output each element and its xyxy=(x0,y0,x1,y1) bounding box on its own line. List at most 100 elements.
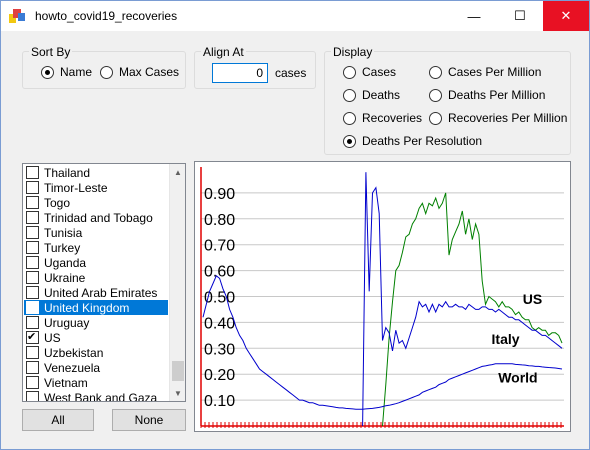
main-window: howto_covid19_recoveries — ☐ ✕ Sort By N… xyxy=(0,0,590,450)
display-recoveries-label: Recoveries xyxy=(362,111,423,125)
country-list-item[interactable]: Trinidad and Tobago xyxy=(24,210,168,225)
y-tick-label: 0.80 xyxy=(204,212,235,229)
y-tick-label: 0.90 xyxy=(204,186,235,203)
app-icon xyxy=(9,9,25,23)
display-recoveries-per-million-radio-dot[interactable] xyxy=(429,111,442,125)
display-recoveries-per-million-label: Recoveries Per Million xyxy=(448,111,568,125)
country-checkbox[interactable] xyxy=(26,211,39,224)
display-cases-radio[interactable]: Cases xyxy=(343,65,396,79)
display-recoveries-radio[interactable]: Recoveries xyxy=(343,111,422,125)
country-name: Ukraine xyxy=(44,270,86,285)
display-recoveries-radio-dot[interactable] xyxy=(343,111,356,125)
display-cases-per-million-radio[interactable]: Cases Per Million xyxy=(429,65,541,79)
country-name: Uruguay xyxy=(44,315,90,330)
country-checkbox[interactable] xyxy=(26,361,39,374)
country-checkbox[interactable] xyxy=(26,181,39,194)
display-deaths-per-million-radio-dot[interactable] xyxy=(429,88,442,102)
country-checkbox[interactable] xyxy=(26,256,39,269)
line-chart: 0.900.800.700.600.500.400.300.200.10USIt… xyxy=(200,167,564,428)
scroll-up-arrow-icon[interactable]: ▲ xyxy=(170,164,185,180)
country-checkbox[interactable] xyxy=(26,316,39,329)
list-scrollbar[interactable]: ▲ ▼ xyxy=(169,164,185,401)
country-list-item[interactable]: United Arab Emirates xyxy=(24,285,168,300)
sort-name-radio[interactable]: Name xyxy=(41,65,92,79)
country-checkbox[interactable] xyxy=(26,226,39,239)
display-deaths-per-million-radio[interactable]: Deaths Per Million xyxy=(429,88,545,102)
country-list-item[interactable]: Tunisia xyxy=(24,225,168,240)
country-checkbox[interactable] xyxy=(26,271,39,284)
country-list-item[interactable]: Uganda xyxy=(24,255,168,270)
display-deaths-per-million-label: Deaths Per Million xyxy=(448,88,546,102)
minimize-button[interactable]: — xyxy=(451,1,497,31)
country-list-item[interactable]: Venezuela xyxy=(24,360,168,375)
display-cases-per-million-label: Cases Per Million xyxy=(448,65,542,79)
country-list-item[interactable]: United Kingdom xyxy=(24,300,168,315)
country-name: Uganda xyxy=(44,255,87,270)
country-name: Vietnam xyxy=(44,375,88,390)
country-list-item[interactable]: Thailand xyxy=(24,165,168,180)
country-name: Venezuela xyxy=(44,360,101,375)
y-tick-label: 0.40 xyxy=(204,315,235,332)
country-checkbox[interactable] xyxy=(26,196,39,209)
series-annotation-label: World xyxy=(498,370,537,386)
sort-max-cases-radio-dot[interactable] xyxy=(100,65,113,79)
country-list-item[interactable]: Vietnam xyxy=(24,375,168,390)
y-tick-label: 0.10 xyxy=(204,393,235,410)
select-none-button[interactable]: None xyxy=(112,409,186,431)
scroll-down-arrow-icon[interactable]: ▼ xyxy=(170,385,185,401)
select-all-button[interactable]: All xyxy=(22,409,94,431)
align-at-unit: cases xyxy=(275,66,307,80)
country-list-item[interactable]: West Bank and Gaza xyxy=(24,390,168,402)
country-list-item[interactable]: Uzbekistan xyxy=(24,345,168,360)
display-cases-per-million-radio-dot[interactable] xyxy=(429,65,442,79)
country-name: Timor-Leste xyxy=(44,180,108,195)
sort-by-title: Sort By xyxy=(29,45,73,59)
country-name: West Bank and Gaza xyxy=(44,390,158,402)
display-recoveries-per-million-radio[interactable]: Recoveries Per Million xyxy=(429,111,567,125)
country-checkbox[interactable] xyxy=(26,301,39,314)
chart-panel: 0.90 0.80 0.70 0.60 0.50 0.40 0.30 0.20 0.10 US It… xyxy=(194,161,571,432)
title-bar[interactable]: howto_covid19_recoveries — ☐ ✕ xyxy=(1,1,589,31)
display-cases-radio-dot[interactable] xyxy=(343,65,356,79)
display-deaths-per-resolution-radio[interactable]: Deaths Per Resolution xyxy=(343,134,482,148)
country-checkbox[interactable] xyxy=(26,330,39,344)
country-checkbox[interactable] xyxy=(26,391,39,401)
country-checkbox[interactable] xyxy=(26,166,39,179)
country-name: Uzbekistan xyxy=(44,345,104,360)
display-deaths-per-resolution-label: Deaths Per Resolution xyxy=(362,134,483,148)
sort-name-radio-dot[interactable] xyxy=(41,65,54,79)
country-checkbox[interactable] xyxy=(26,346,39,359)
country-name: US xyxy=(44,330,61,345)
display-title: Display xyxy=(331,45,375,59)
country-list-item[interactable]: Ukraine xyxy=(24,270,168,285)
country-checklist[interactable]: Thailand Timor-Leste Togo Trinidad and Toba… xyxy=(22,163,186,402)
window-title: howto_covid19_recoveries xyxy=(35,9,178,23)
country-name: Thailand xyxy=(44,165,91,180)
country-checkbox[interactable] xyxy=(26,241,39,254)
country-list-item[interactable]: Timor-Leste xyxy=(24,180,168,195)
y-tick-label: 0.50 xyxy=(204,290,235,307)
country-checkbox[interactable] xyxy=(26,286,39,299)
maximize-button[interactable]: ☐ xyxy=(497,1,543,31)
align-at-title: Align At xyxy=(201,45,246,59)
country-list-item[interactable]: Uruguay xyxy=(24,315,168,330)
country-list-item[interactable]: US xyxy=(24,330,168,345)
country-name: Tunisia xyxy=(44,225,83,240)
y-tick-label: 0.30 xyxy=(204,341,235,358)
country-list-item[interactable]: Turkey xyxy=(24,240,168,255)
y-tick-label: 0.70 xyxy=(204,238,235,255)
display-deaths-per-resolution-radio-dot[interactable] xyxy=(343,134,356,148)
scroll-thumb[interactable] xyxy=(172,361,184,381)
close-button[interactable]: ✕ xyxy=(543,1,589,31)
display-deaths-radio[interactable]: Deaths xyxy=(343,88,400,102)
display-deaths-radio-dot[interactable] xyxy=(343,88,356,102)
display-cases-label: Cases xyxy=(362,65,397,79)
y-tick-label: 0.20 xyxy=(204,367,235,384)
country-name: United Arab Emirates xyxy=(44,285,158,300)
sort-max-cases-radio[interactable]: Max Cases xyxy=(100,65,179,79)
align-at-input[interactable]: 0 xyxy=(212,63,268,83)
display-deaths-label: Deaths xyxy=(362,88,401,102)
sort-max-cases-label: Max Cases xyxy=(119,65,180,79)
country-list-item[interactable]: Togo xyxy=(24,195,168,210)
country-checkbox[interactable] xyxy=(26,376,39,389)
